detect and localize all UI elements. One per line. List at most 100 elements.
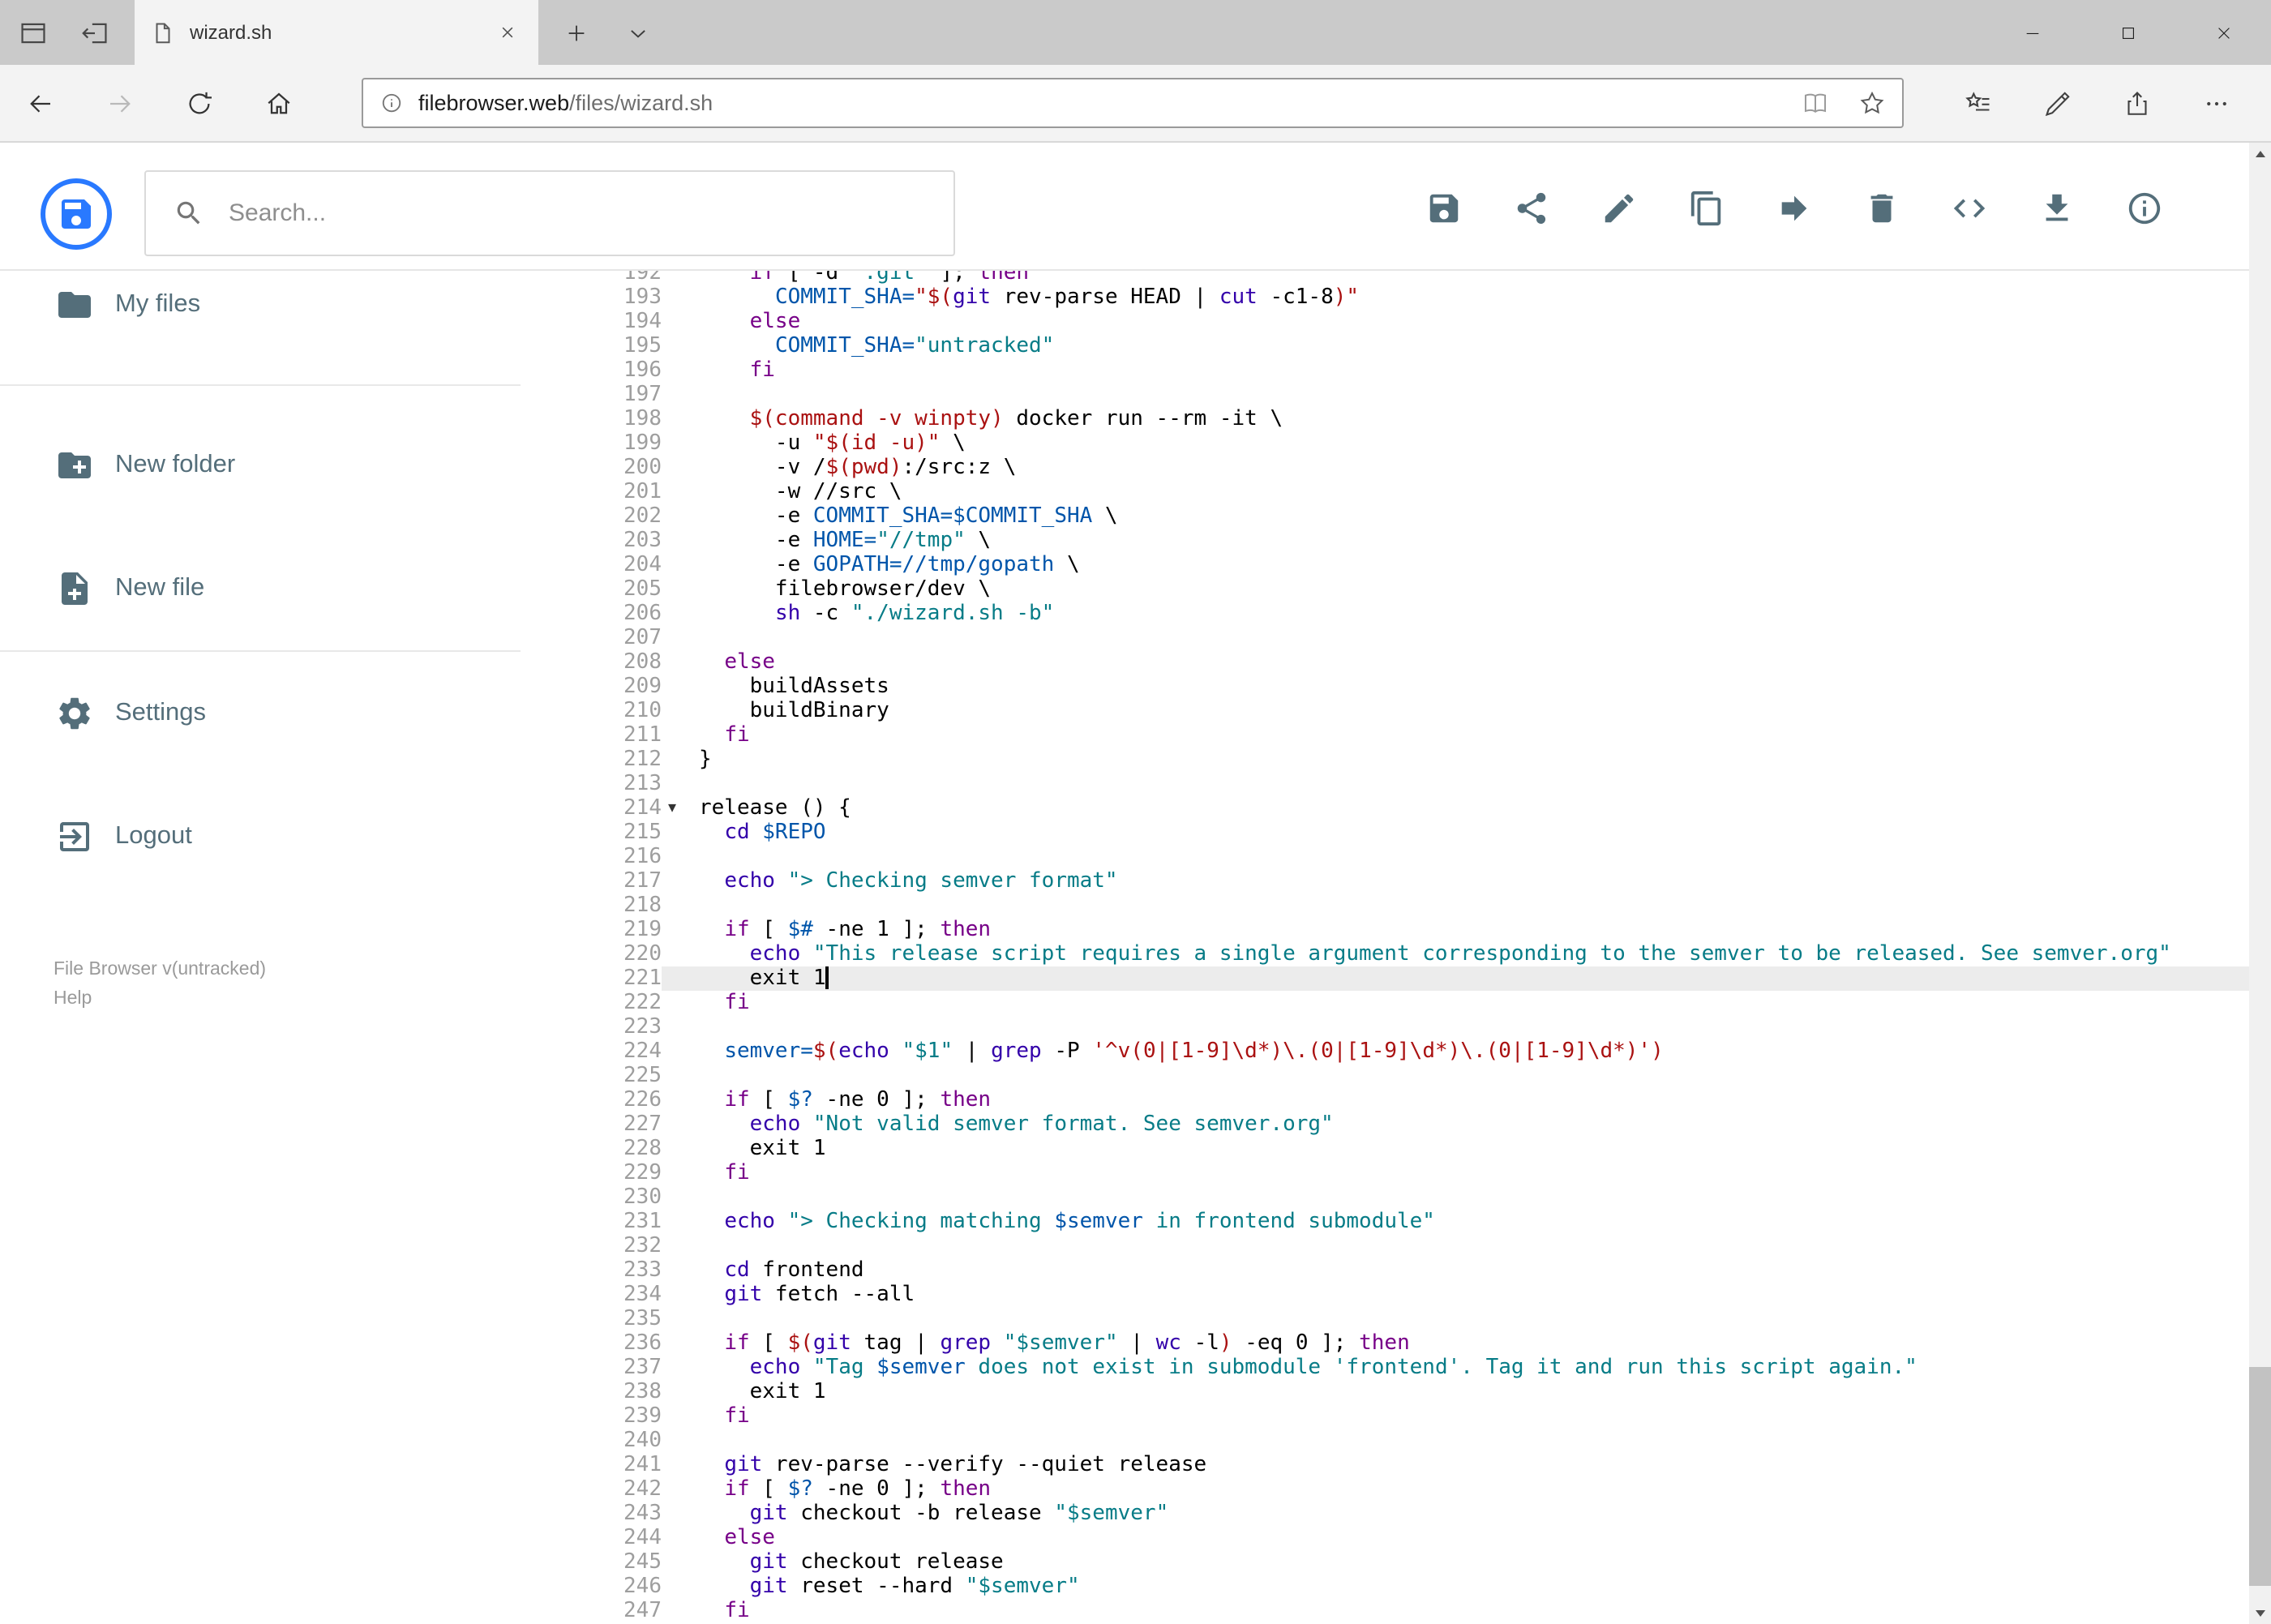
sidebar-item-my-files[interactable]: My files [0, 272, 535, 337]
move-icon[interactable] [1762, 175, 1827, 240]
line-number: 206 [623, 602, 662, 626]
fold-gutter [662, 1210, 699, 1234]
url-text[interactable]: filebrowser.web/files/wizard.sh [418, 91, 1802, 115]
sidebar-item-new-folder[interactable]: New folder [0, 433, 535, 498]
code-text: if [ $? -ne 0 ]; then [724, 1088, 992, 1112]
set-tabs-aside-icon[interactable] [75, 10, 114, 55]
info-icon[interactable] [2112, 175, 2177, 240]
code-text: cd $REPO [724, 821, 826, 845]
sidebar-footer: File Browser v(untracked) Help [54, 955, 266, 1013]
code-text: buildBinary [699, 699, 889, 723]
home-icon[interactable] [251, 76, 306, 131]
fold-gutter [662, 966, 699, 991]
forward-icon[interactable] [92, 76, 148, 131]
close-win-icon[interactable] [2175, 0, 2271, 65]
line-number: 201 [623, 480, 662, 504]
line-number: 213 [623, 772, 662, 796]
sidebar-item-settings[interactable]: Settings [0, 681, 535, 746]
code-line-193: 193 COMMIT_SHA="$(git rev-parse HEAD | c… [535, 285, 2248, 310]
main-content: File Browser v(untracked) Help My files N… [0, 271, 2248, 1624]
tab-preview-icon[interactable] [13, 10, 52, 55]
code-line-241: 241 git rev-parse --verify --quiet relea… [535, 1453, 2248, 1477]
line-number: 246 [623, 1575, 662, 1599]
code-line-233: 233 cd frontend [535, 1258, 2248, 1283]
address-bar[interactable]: filebrowser.web/files/wizard.sh [362, 78, 1904, 128]
code-line-242: 242 if [ $? -ne 0 ]; then [535, 1477, 2248, 1502]
new-file-icon [55, 569, 94, 608]
fold-gutter [662, 675, 699, 699]
tab-chevron-icon[interactable] [610, 10, 665, 55]
code-text: -v /$(pwd):/src:z \ [699, 456, 1017, 480]
copy-icon[interactable] [1674, 175, 1739, 240]
fold-gutter [662, 1088, 699, 1112]
line-number: 195 [623, 334, 662, 358]
code-editor[interactable]: 192 if [ -d ".git" ]; then 193 COMMIT_SHA… [535, 271, 2248, 1624]
fold-gutter [662, 456, 699, 480]
browser-tab[interactable]: wizard.sh [135, 0, 538, 65]
save-icon[interactable] [1412, 175, 1476, 240]
fold-gutter [662, 991, 699, 1015]
sidebar-item-new-file[interactable]: New file [0, 556, 535, 621]
code-line-202: 202 -e COMMIT_SHA=$COMMIT_SHA \ [535, 504, 2248, 529]
page-scrollbar[interactable] [2248, 143, 2271, 1624]
line-number: 203 [623, 529, 662, 553]
code-text: COMMIT_SHA="$(git rev-parse HEAD | cut -… [774, 285, 1360, 310]
code-line-235: 235 [535, 1307, 2248, 1331]
maximize-icon[interactable] [2080, 0, 2175, 65]
line-number: 208 [623, 650, 662, 675]
fold-gutter [662, 1380, 699, 1404]
search-input[interactable] [225, 198, 953, 229]
code-line-221: 221 exit 1 [535, 966, 2248, 991]
hub-icon[interactable] [1939, 76, 2018, 131]
fold-gutter [662, 553, 699, 577]
code-line-218: 218 [535, 893, 2248, 918]
sidebar-item-logout[interactable]: Logout [0, 804, 535, 869]
scroll-down-arrow[interactable] [2248, 1601, 2271, 1624]
fold-gutter [662, 407, 699, 431]
line-number: 247 [623, 1599, 662, 1623]
code-text: echo "Tag $semver does not exist in subm… [749, 1356, 1917, 1380]
url-host: filebrowser.web [418, 91, 570, 115]
rename-icon[interactable] [1587, 175, 1652, 240]
more-icon[interactable] [2177, 76, 2256, 131]
sidebar: File Browser v(untracked) Help My files N… [0, 271, 535, 1624]
code-text: echo "This release script requires a sin… [749, 942, 2171, 966]
back-icon[interactable] [13, 76, 68, 131]
code-line-230: 230 [535, 1185, 2248, 1210]
favorite-star-icon[interactable] [1858, 89, 1886, 117]
help-link[interactable]: Help [54, 984, 266, 1013]
minimize-icon[interactable] [1984, 0, 2080, 65]
code-text: } [699, 748, 712, 772]
code-line-223: 223 [535, 1015, 2248, 1039]
code-text: fi [724, 991, 750, 1015]
code-text: release () { [699, 796, 851, 821]
line-number: 204 [623, 553, 662, 577]
raw-view-icon[interactable] [1937, 175, 2002, 240]
sidebar-item-label: Logout [115, 822, 192, 850]
share-edge-icon[interactable] [2097, 76, 2177, 131]
share-icon[interactable] [1499, 175, 1564, 240]
fold-gutter [662, 1404, 699, 1429]
fold-marker-icon[interactable]: ▾ [662, 796, 699, 821]
scroll-thumb[interactable] [2248, 1367, 2271, 1586]
reading-view-icon[interactable] [1802, 89, 1829, 117]
search-box[interactable] [144, 170, 955, 256]
code-text: fi [724, 1161, 750, 1185]
new-tab-icon[interactable] [548, 10, 603, 55]
scroll-up-arrow[interactable] [2248, 143, 2271, 165]
code-line-194: 194 else [535, 310, 2248, 334]
filebrowser-logo[interactable] [41, 178, 112, 250]
download-icon[interactable] [2025, 175, 2089, 240]
tab-close-icon[interactable] [493, 18, 522, 47]
line-number: 241 [623, 1453, 662, 1477]
fold-gutter [662, 358, 699, 383]
code-text: if [ $(git tag | grep "$semver" | wc -l)… [724, 1331, 1410, 1356]
delete-icon[interactable] [1849, 175, 1914, 240]
info-circle-icon[interactable] [379, 91, 404, 115]
refresh-icon[interactable] [172, 76, 227, 131]
search-icon [174, 198, 204, 229]
line-number: 226 [623, 1088, 662, 1112]
web-note-icon[interactable] [2018, 76, 2097, 131]
